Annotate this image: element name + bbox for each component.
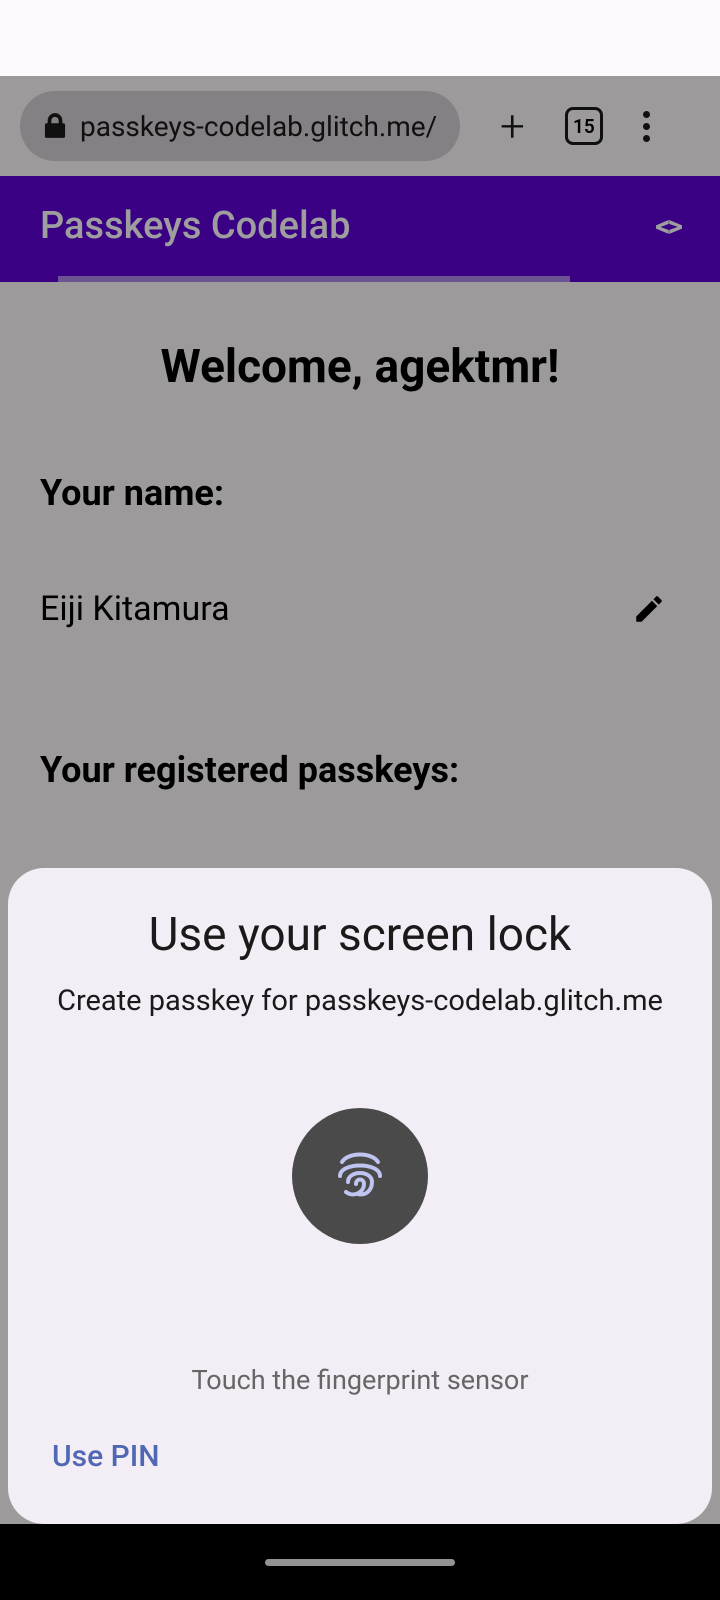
fingerprint-icon xyxy=(328,1144,392,1208)
sheet-hint: Touch the fingerprint sensor xyxy=(52,1364,668,1396)
sheet-title: Use your screen lock xyxy=(52,908,668,962)
status-bar xyxy=(0,0,720,76)
sheet-subtitle: Create passkey for passkeys-codelab.glit… xyxy=(52,984,668,1018)
use-pin-button[interactable]: Use PIN xyxy=(52,1439,160,1474)
fingerprint-sensor[interactable] xyxy=(292,1108,428,1244)
biometric-sheet: Use your screen lock Create passkey for … xyxy=(8,868,712,1524)
